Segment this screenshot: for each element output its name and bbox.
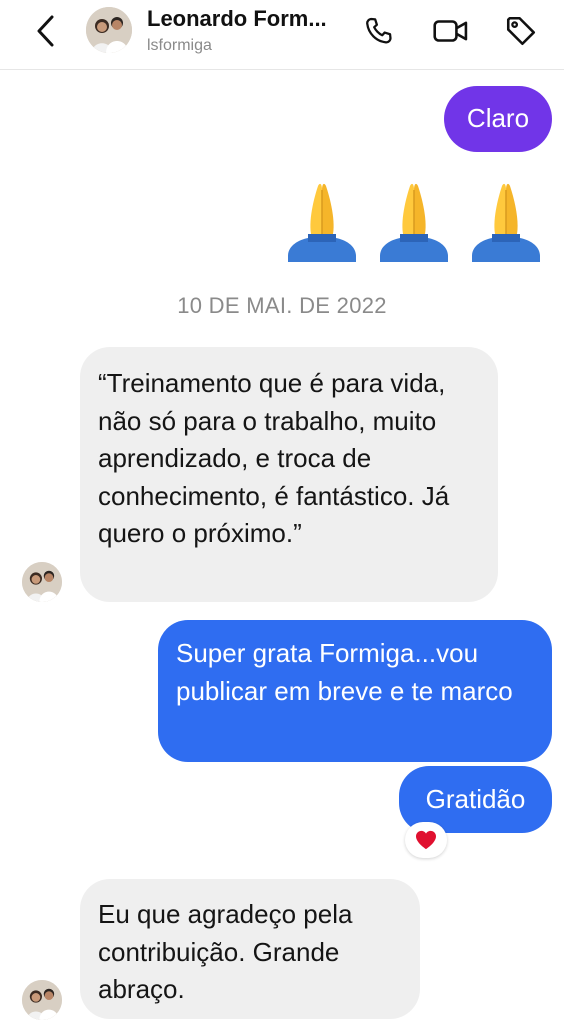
video-call-button[interactable] [432, 12, 470, 50]
back-button[interactable] [30, 12, 62, 50]
heart-icon [416, 830, 436, 850]
message-text: “Treinamento que é para vida, não só par… [98, 368, 450, 548]
phone-icon [366, 17, 392, 44]
tag-icon [506, 16, 536, 46]
call-button[interactable] [360, 12, 398, 50]
message-text: Super grata Formiga...vou publicar em br… [176, 638, 513, 706]
video-camera-icon [433, 20, 468, 42]
heart-reaction[interactable] [405, 822, 447, 858]
folded-hands-emoji [472, 183, 540, 262]
folded-hands-emoji [288, 183, 356, 262]
message-text: Gratidão [425, 783, 526, 814]
folded-hands-emoji [380, 183, 448, 262]
date-divider: 10 DE MAI. DE 2022 [177, 293, 387, 318]
message-text: Eu que agradeço pela contribuição. Grand… [98, 899, 353, 1004]
sender-avatar[interactable] [22, 980, 62, 1020]
message-eu-que[interactable]: Eu que agradeço pela contribuição. Grand… [80, 879, 420, 1019]
message-claro[interactable]: Claro [444, 86, 552, 152]
chevron-left-icon [37, 15, 54, 47]
contact-username: lsformiga [147, 37, 212, 54]
sender-avatar[interactable] [22, 562, 62, 602]
tag-button[interactable] [502, 12, 540, 50]
contact-avatar[interactable] [86, 7, 132, 53]
message-quote[interactable]: “Treinamento que é para vida, não só par… [80, 347, 498, 602]
contact-name[interactable]: Leonardo Form... [147, 6, 327, 32]
chat-header: Leonardo Form... lsformiga [0, 0, 564, 70]
message-text: Claro [466, 103, 530, 134]
message-super-grata[interactable]: Super grata Formiga...vou publicar em br… [158, 620, 552, 762]
emoji-message[interactable] [278, 176, 554, 266]
